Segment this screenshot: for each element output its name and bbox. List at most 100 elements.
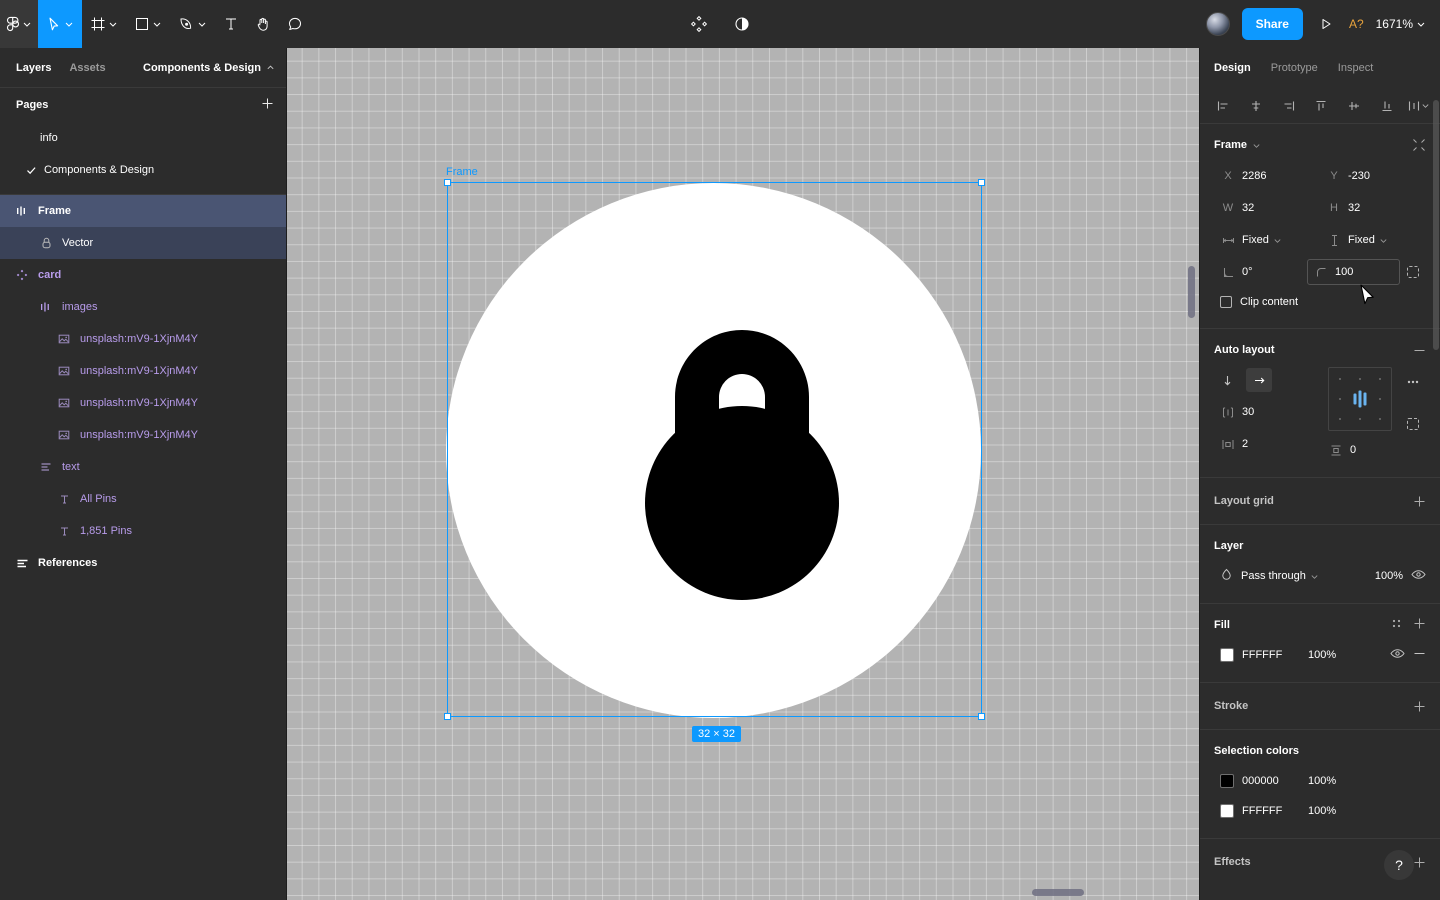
layer-row-image-3[interactable]: unsplash:mV9-1XjnM4Y <box>0 387 286 419</box>
fill-styles-button[interactable] <box>1390 617 1403 633</box>
remove-auto-layout-button[interactable] <box>1413 344 1426 357</box>
add-layout-grid-button[interactable] <box>1413 495 1426 508</box>
page-item-components-design[interactable]: Components & Design <box>0 154 286 186</box>
rotation-input[interactable]: 0° <box>1214 259 1307 285</box>
item-spacing-input[interactable]: 30 <box>1214 397 1320 427</box>
ai-assist-button[interactable]: A? <box>1349 17 1364 31</box>
zoom-level-dropdown[interactable]: 1671% <box>1376 17 1430 31</box>
fill-visibility-button[interactable] <box>1390 647 1405 663</box>
canvas-horizontal-scrollbar[interactable] <box>1032 889 1084 896</box>
layer-row-pins-count[interactable]: 1,851 Pins <box>0 515 286 547</box>
fill-hex-value[interactable]: FFFFFF <box>1242 649 1300 661</box>
height-input[interactable]: H 32 <box>1320 195 1426 221</box>
layer-label: Vector <box>62 237 94 249</box>
selection-color-swatch[interactable] <box>1220 804 1234 818</box>
tab-prototype[interactable]: Prototype <box>1271 62 1318 74</box>
layer-row-vector[interactable]: Vector <box>0 227 286 259</box>
auto-layout-controls: 30 2 0 <box>1214 365 1426 465</box>
page-item-info[interactable]: info <box>0 122 286 154</box>
direction-horizontal-button[interactable] <box>1246 368 1272 392</box>
file-name-dropdown[interactable]: Components & Design <box>143 62 275 74</box>
add-stroke-button[interactable] <box>1413 700 1426 713</box>
x-position-input[interactable]: X 2286 <box>1214 163 1320 189</box>
align-bottom-button[interactable] <box>1374 93 1400 119</box>
width-input[interactable]: W 32 <box>1214 195 1320 221</box>
components-button[interactable] <box>686 0 712 48</box>
layer-row-card[interactable]: card <box>0 259 286 291</box>
main-menu-button[interactable] <box>0 0 38 48</box>
add-page-button[interactable] <box>261 97 274 113</box>
auto-layout-clip-button[interactable] <box>1400 411 1426 437</box>
layer-row-frame[interactable]: Frame <box>0 195 286 227</box>
layer-opacity-value[interactable]: 100% <box>1375 570 1403 582</box>
shape-tool[interactable] <box>126 0 170 48</box>
layer-row-references[interactable]: References <box>0 547 286 579</box>
present-button[interactable] <box>1315 0 1337 48</box>
align-horizontal-center-button[interactable] <box>1243 93 1269 119</box>
auto-layout-more-options-button[interactable] <box>1400 369 1426 395</box>
horizontal-padding-input[interactable]: 2 <box>1214 429 1320 459</box>
layer-row-images[interactable]: images <box>0 291 286 323</box>
layer-row-image-1[interactable]: unsplash:mV9-1XjnM4Y <box>0 323 286 355</box>
collapse-frame-button[interactable] <box>1412 138 1426 152</box>
text-tool[interactable] <box>215 0 247 48</box>
horizontal-resizing-dropdown[interactable]: Fixed <box>1214 227 1320 253</box>
layer-row-all-pins[interactable]: All Pins <box>0 483 286 515</box>
layer-row-text-group[interactable]: text <box>0 451 286 483</box>
distribute-button[interactable] <box>1407 99 1430 113</box>
clip-content-row[interactable]: Clip content <box>1214 288 1426 316</box>
selection-color-hex[interactable]: 000000 <box>1242 775 1300 787</box>
fill-opacity-value[interactable]: 100% <box>1308 649 1354 661</box>
play-icon <box>1322 19 1331 29</box>
independent-corners-button[interactable] <box>1400 259 1426 285</box>
tab-layers[interactable]: Layers <box>16 62 51 74</box>
right-panel-scrollbar[interactable] <box>1433 100 1439 350</box>
share-button[interactable]: Share <box>1241 8 1303 40</box>
help-button[interactable]: ? <box>1384 850 1414 880</box>
fill-color-swatch[interactable] <box>1220 648 1234 662</box>
clip-content-checkbox[interactable] <box>1220 296 1232 308</box>
align-left-button[interactable] <box>1210 93 1236 119</box>
alignment-grid[interactable] <box>1328 367 1392 431</box>
selection-color-hex[interactable]: FFFFFF <box>1242 805 1300 817</box>
frame-section-title-group[interactable]: Frame <box>1214 139 1261 151</box>
selection-color-swatch[interactable] <box>1220 774 1234 788</box>
canvas-vertical-scrollbar[interactable] <box>1188 266 1195 318</box>
add-fill-button[interactable] <box>1413 617 1426 633</box>
tab-inspect[interactable]: Inspect <box>1338 62 1373 74</box>
user-avatar[interactable] <box>1205 12 1230 36</box>
direction-vertical-button[interactable] <box>1214 368 1240 392</box>
toolbar-tools <box>0 0 311 48</box>
frame-tool[interactable] <box>82 0 126 48</box>
align-right-button[interactable] <box>1276 93 1302 119</box>
hand-tool[interactable] <box>247 0 279 48</box>
y-position-input[interactable]: Y -230 <box>1320 163 1426 189</box>
align-top-button[interactable] <box>1308 93 1334 119</box>
remove-fill-button[interactable] <box>1413 647 1426 663</box>
tab-assets[interactable]: Assets <box>69 62 105 74</box>
vertical-padding-icon <box>1329 444 1343 457</box>
resize-handle-bottom-left[interactable] <box>444 713 451 720</box>
tab-design[interactable]: Design <box>1214 62 1251 74</box>
design-canvas[interactable]: Frame 32 × 32 <box>287 48 1199 900</box>
layer-label: images <box>62 301 98 313</box>
resize-handle-top-right[interactable] <box>978 179 985 186</box>
corner-radius-input[interactable]: 100 <box>1307 259 1400 285</box>
layer-row-image-2[interactable]: unsplash:mV9-1XjnM4Y <box>0 355 286 387</box>
resize-handle-top-left[interactable] <box>444 179 451 186</box>
add-effect-button[interactable] <box>1413 856 1426 869</box>
resize-handle-bottom-right[interactable] <box>978 713 985 720</box>
h-label: H <box>1330 202 1338 214</box>
frame-name-label[interactable]: Frame <box>446 166 478 178</box>
move-tool[interactable] <box>38 0 82 48</box>
blend-mode-dropdown[interactable]: Pass through <box>1241 570 1319 582</box>
align-vertical-center-button[interactable] <box>1341 93 1367 119</box>
vertical-padding-input[interactable]: 0 <box>1328 435 1392 465</box>
pen-tool[interactable] <box>170 0 215 48</box>
layer-row-image-4[interactable]: unsplash:mV9-1XjnM4Y <box>0 419 286 451</box>
contrast-button[interactable] <box>730 0 754 48</box>
layer-visibility-button[interactable] <box>1411 568 1426 584</box>
comment-tool[interactable] <box>279 0 311 48</box>
vertical-resizing-dropdown[interactable]: Fixed <box>1320 227 1426 253</box>
selection-color-opacity: 100% <box>1308 775 1337 787</box>
